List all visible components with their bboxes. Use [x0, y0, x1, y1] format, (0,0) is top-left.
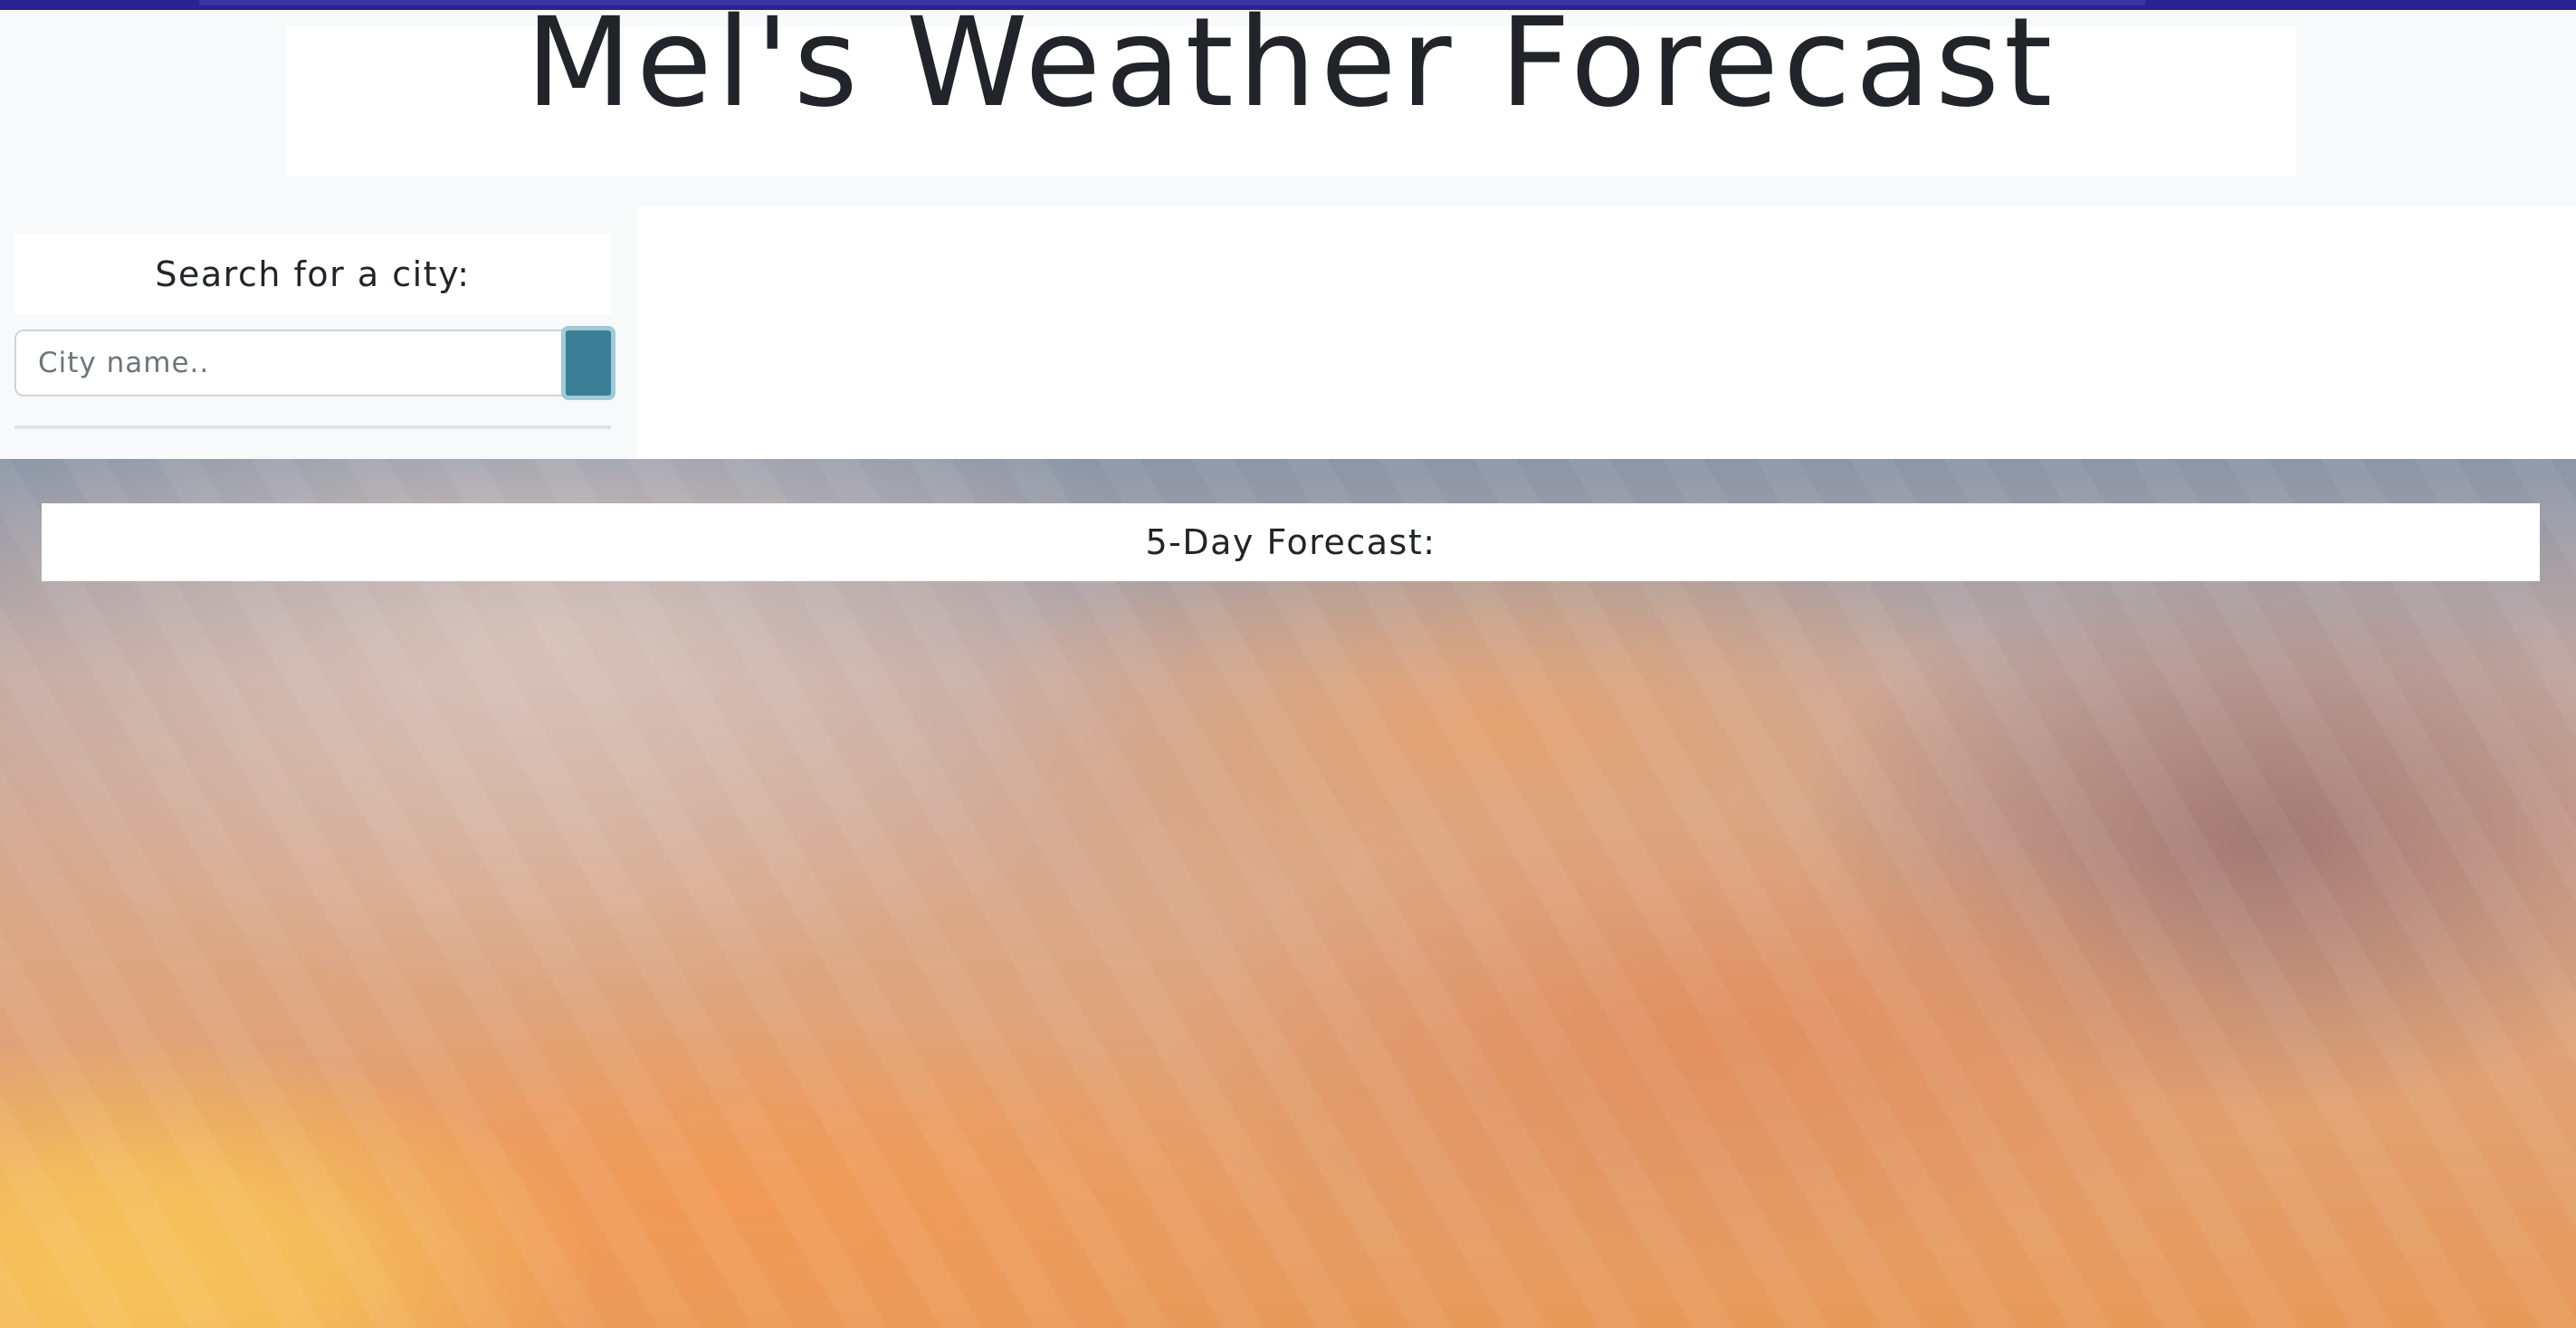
- city-search-input[interactable]: [14, 330, 565, 396]
- sky-background-image: [0, 459, 2576, 1328]
- five-day-forecast-heading: 5-Day Forecast:: [1145, 522, 1436, 562]
- search-button[interactable]: [561, 326, 615, 400]
- sun-rays-overlay: [0, 459, 2576, 1328]
- title-container: Mel's Weather Forecast: [286, 2, 2296, 177]
- search-history-divider: [14, 425, 611, 429]
- page-title: Mel's Weather Forecast: [525, 0, 2057, 136]
- search-label: Search for a city:: [155, 253, 471, 294]
- search-label-container: Search for a city:: [14, 234, 611, 314]
- forecast-header-container: 5-Day Forecast:: [42, 503, 2540, 581]
- current-weather-panel: [637, 206, 2576, 459]
